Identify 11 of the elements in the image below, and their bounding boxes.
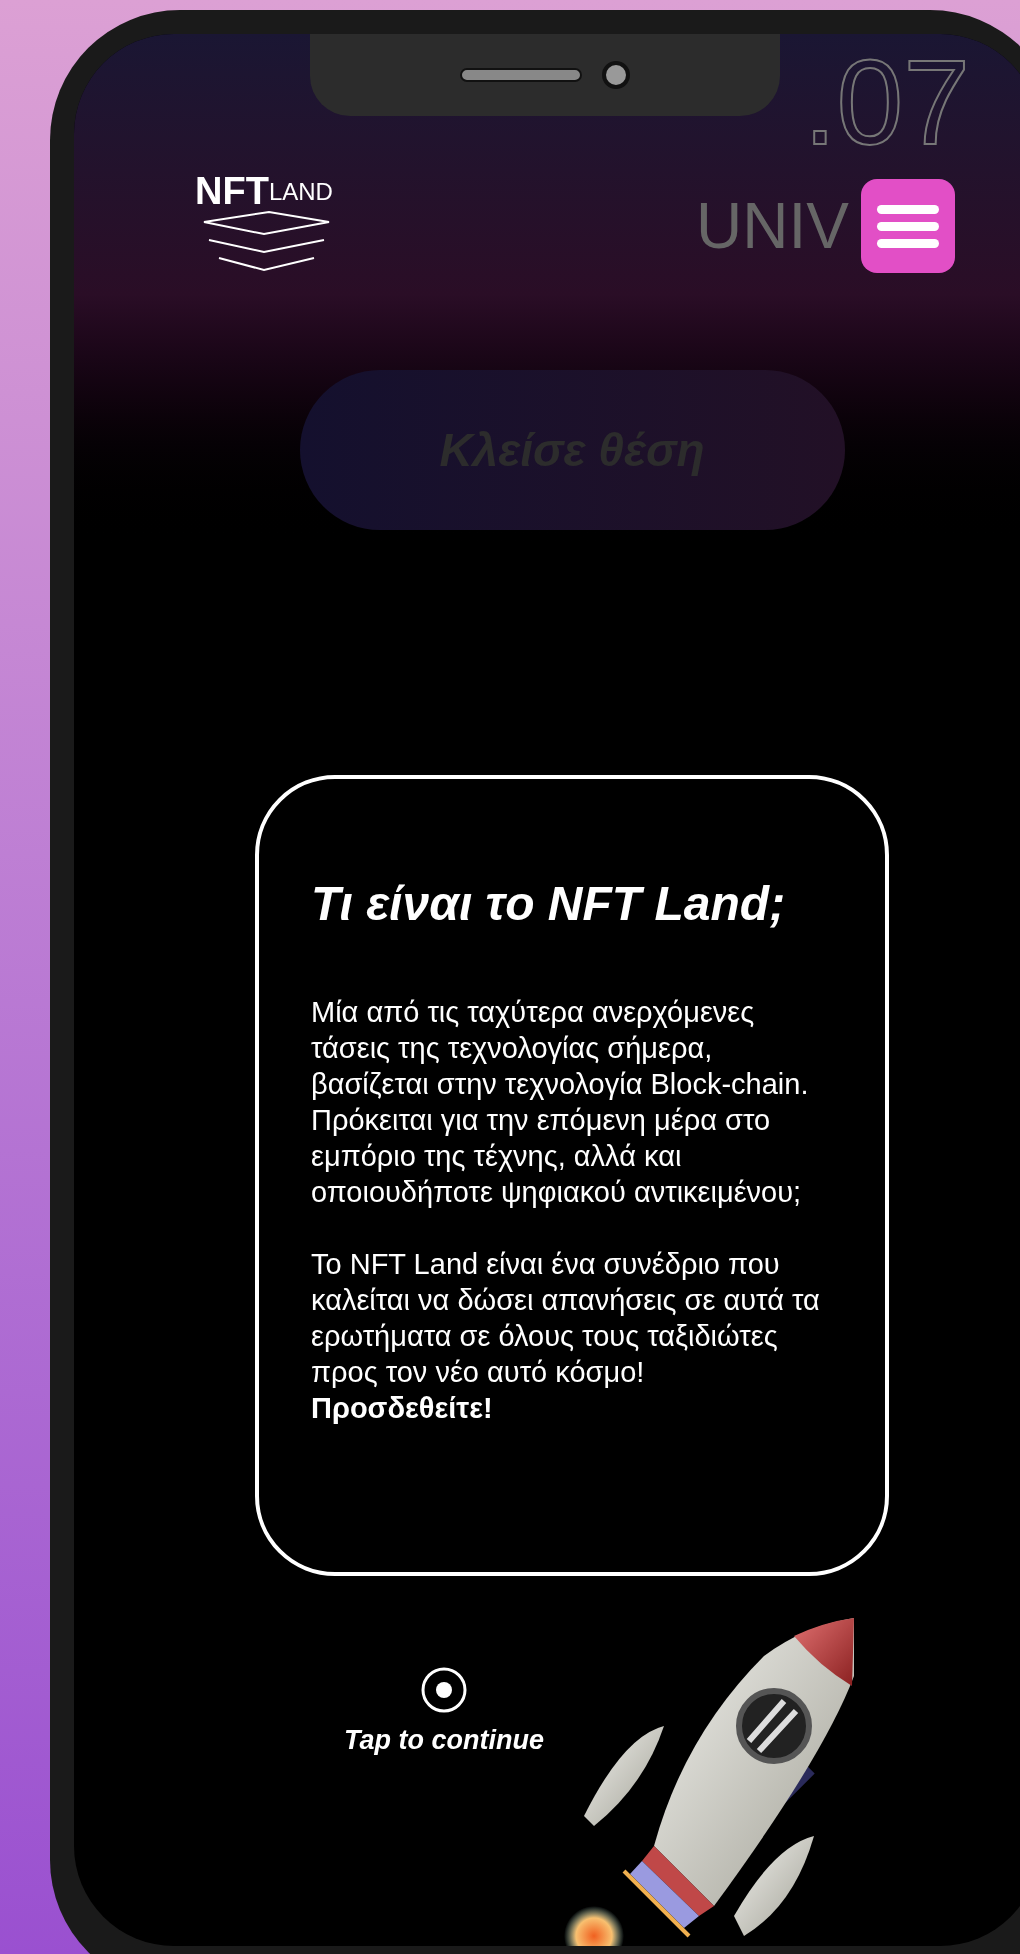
event-date: .07 [803,42,970,162]
logo-subtext: LAND [268,180,333,204]
venue-text: UNIV [696,194,849,258]
tap-to-continue-text: Tap to continue [344,1724,544,1757]
logo-text: NFT [195,172,269,210]
card-title: Τι είναι το NFT Land; [311,876,787,932]
menu-button[interactable] [861,179,955,273]
card-paragraph: Το NFT Land είναι ένα συνέδριο που καλείται να δώσει απανήσεις σε αυτά τα ερωτήματα σε όλους τους ταξιδιώτες προς τον νέο αυτό κόσμο! Προσδεθείτε! [311,1247,821,1426]
card-paragraph: Μία από τις ταχύτερα ανερχόμενες τάσεις της τεχνολογίας σήμερα, βασίζεται στην τεχνολογία Block-chain. Πρόκειται για την επόμενη μέρα στο εμπόριο της τέχνης, αλλά και οποιουδήποτε ψηφιακού αντικειμένου; [311,995,810,1210]
camera-lens [602,61,630,89]
tap-icon [420,1666,468,1714]
